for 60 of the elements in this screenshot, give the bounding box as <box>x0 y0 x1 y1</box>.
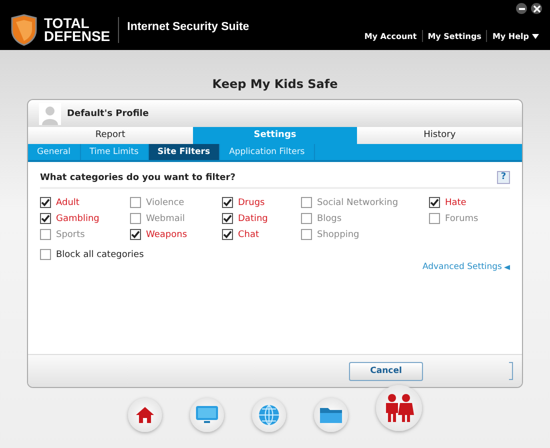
tab[interactable]: Report <box>28 127 193 144</box>
category-label: Social Networking <box>317 198 398 208</box>
category-label: Drugs <box>238 198 265 208</box>
profile-name: Default's Profile <box>67 108 149 118</box>
cancel-button[interactable]: Cancel <box>349 362 423 380</box>
house-icon <box>135 406 155 424</box>
globe-icon <box>258 404 280 426</box>
category-label: Blogs <box>317 214 342 224</box>
checkbox[interactable] <box>222 213 233 224</box>
checkbox[interactable] <box>40 249 51 260</box>
monitor-icon <box>195 405 219 425</box>
nav-link[interactable]: My Help <box>487 32 544 40</box>
help-button[interactable]: ? <box>497 171 510 184</box>
category-label: Shopping <box>317 230 360 240</box>
category-label: Weapons <box>146 230 188 240</box>
advanced-settings-link[interactable]: Advanced Settings <box>422 262 502 272</box>
category-label: Webmail <box>146 214 185 224</box>
checkbox[interactable] <box>429 197 440 208</box>
page-title: Keep My Kids Safe <box>212 77 338 91</box>
home-button[interactable] <box>128 398 162 432</box>
tab[interactable]: Settings <box>192 127 358 144</box>
checkbox-label: Block all categories <box>56 250 144 260</box>
checkbox[interactable] <box>301 213 312 224</box>
close-button[interactable] <box>531 3 542 14</box>
category-label: Chat <box>238 230 260 240</box>
monitor-button[interactable] <box>190 398 224 432</box>
checkbox[interactable] <box>222 197 233 208</box>
category-label: Adult <box>56 198 80 208</box>
checkbox[interactable] <box>130 229 141 240</box>
nav-link[interactable]: My Account <box>359 32 422 40</box>
checkbox[interactable] <box>429 213 440 224</box>
category-label: Violence <box>146 198 184 208</box>
category-label: Gambling <box>56 214 100 224</box>
section-heading: What categories do you want to filter? <box>40 172 236 182</box>
brand-name: TOTAL <box>44 17 90 30</box>
checkbox[interactable] <box>222 229 233 240</box>
checkbox[interactable] <box>40 229 51 240</box>
shield-icon <box>10 14 38 46</box>
globe-button[interactable] <box>252 398 286 432</box>
category-label: Hate <box>445 198 466 208</box>
minimize-button[interactable] <box>516 3 527 14</box>
nav-link[interactable]: My Settings <box>422 32 486 40</box>
arrow-icon <box>504 264 510 270</box>
tab[interactable]: History <box>357 127 522 144</box>
folder-button[interactable] <box>314 398 348 432</box>
brand-name: DEFENSE <box>44 30 110 43</box>
folder-icon <box>319 405 343 425</box>
checkbox[interactable] <box>130 197 141 208</box>
checkbox[interactable] <box>301 197 312 208</box>
avatar-icon <box>39 102 61 124</box>
category-label: Dating <box>238 214 268 224</box>
checkbox[interactable] <box>130 213 141 224</box>
checkbox[interactable] <box>301 229 312 240</box>
category-label: Forums <box>445 214 478 224</box>
family-button[interactable] <box>376 385 422 431</box>
product-name: Internet Security Suite <box>127 21 250 33</box>
checkbox[interactable] <box>40 213 51 224</box>
subtab[interactable]: Site Filters <box>148 144 220 160</box>
checkbox[interactable] <box>40 197 51 208</box>
category-label: Sports <box>56 230 85 240</box>
